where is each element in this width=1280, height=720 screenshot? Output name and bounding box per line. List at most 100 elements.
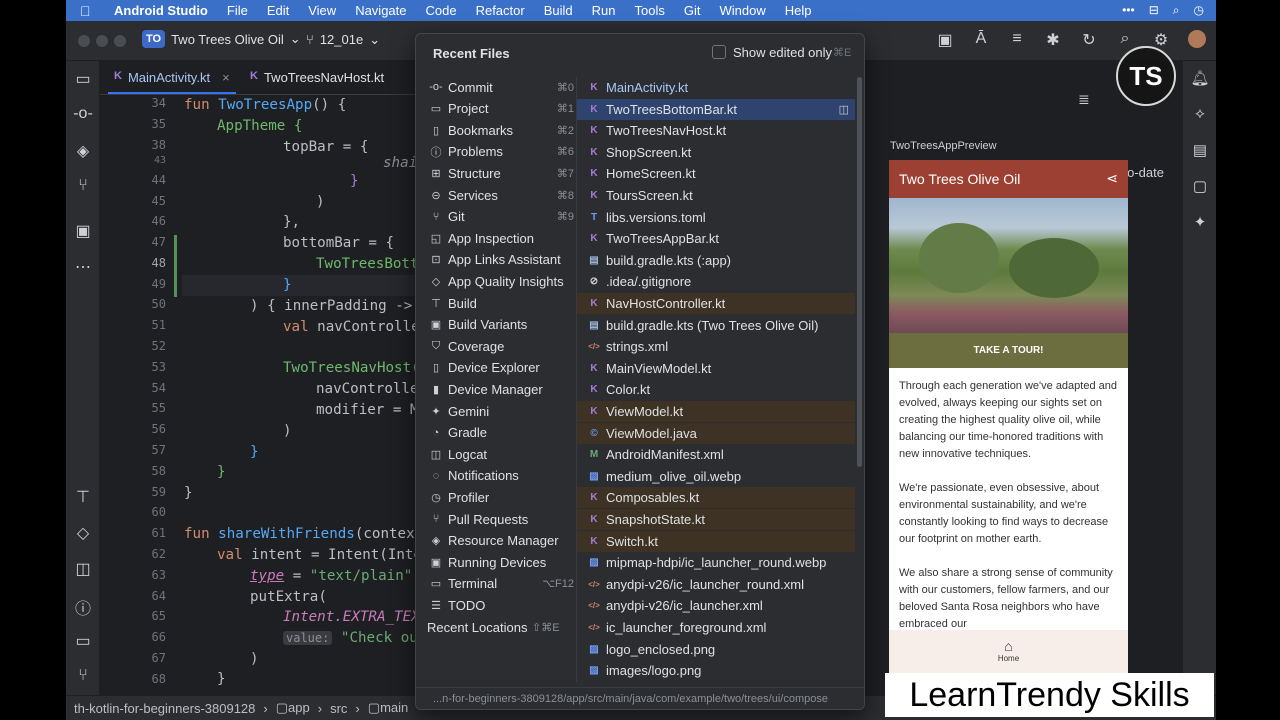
recent-file-item[interactable]: K HomeScreen.kt — [577, 163, 855, 184]
tab-mainactivity[interactable]: K MainActivity.kt × — [114, 70, 230, 85]
breadcrumb-main[interactable]: ▢main — [368, 700, 408, 716]
terminal-icon[interactable]: ▭ — [66, 631, 100, 651]
recent-file-item[interactable]: K MainActivity.kt — [577, 77, 855, 98]
tool-window-item[interactable]: ⊤ Build — [426, 293, 574, 313]
recent-file-item[interactable]: K Switch.kt — [577, 530, 855, 552]
open-in-split-icon[interactable]: ◫ — [839, 103, 849, 116]
clock-icon[interactable]: ◷ — [1194, 3, 1204, 18]
menu-app-name[interactable]: Android Studio — [114, 3, 208, 18]
recent-file-item[interactable]: </> strings.xml — [577, 336, 855, 357]
project-folder-icon[interactable]: ▭ — [66, 69, 100, 89]
recent-file-item[interactable]: ▤ build.gradle.kts (Two Trees Olive Oil) — [577, 315, 855, 336]
recent-file-item[interactable]: K TwoTreesAppBar.kt — [577, 228, 855, 249]
notifications-bell-icon[interactable]: 🔔︎ — [1183, 69, 1216, 87]
show-edited-only-label[interactable]: Show edited only — [733, 45, 832, 60]
tool-window-item[interactable]: ⊡ App Links Assistant — [426, 250, 574, 270]
translate-icon[interactable]: Ā — [970, 30, 992, 53]
recent-file-item[interactable]: K TwoTreesNavHost.kt — [577, 120, 855, 141]
recent-locations-link[interactable]: Recent Locations — [427, 620, 527, 635]
project-widget[interactable]: TO Two Trees Olive Oil ⌄ — [142, 30, 301, 48]
sync-icon[interactable]: ↻ — [1078, 30, 1100, 53]
tool-window-item[interactable]: ▣ Running Devices — [426, 552, 574, 572]
menu-code[interactable]: Code — [426, 3, 457, 18]
tool-window-item[interactable]: -o- Commit ⌘0 — [426, 77, 574, 97]
recent-file-item[interactable]: ⊘ .idea/.gitignore — [577, 271, 855, 292]
recent-file-item[interactable]: ▨ medium_olive_oil.webp — [577, 466, 855, 487]
tool-window-item[interactable]: ▭ Project ⌘1 — [426, 99, 574, 119]
quality-insights-icon[interactable]: ◇ — [66, 523, 100, 543]
recent-file-item[interactable]: K SnapshotState.kt — [577, 509, 855, 530]
minimize-window-icon[interactable] — [96, 35, 108, 47]
gemini-sparkle-icon[interactable]: ✦ — [1183, 213, 1216, 231]
menu-refactor[interactable]: Refactor — [476, 3, 525, 18]
tool-window-item[interactable]: ◫ Logcat — [426, 444, 574, 464]
menu-file[interactable]: File — [227, 3, 248, 18]
close-window-icon[interactable] — [78, 35, 90, 47]
tool-window-item[interactable]: ◌ Notifications — [426, 466, 574, 486]
running-devices-icon[interactable]: ▢ — [1183, 177, 1216, 195]
close-tab-icon[interactable]: × — [222, 70, 230, 85]
menu-run[interactable]: Run — [592, 3, 616, 18]
compose-preview-device[interactable]: Two Trees Olive Oil ⋖ TAKE A TOUR! Throu… — [889, 160, 1128, 680]
recent-file-item[interactable]: K ToursScreen.kt — [577, 185, 855, 206]
more-icon[interactable]: ••• — [1122, 3, 1135, 18]
tool-window-item[interactable]: ⛉ Coverage — [426, 336, 574, 356]
recent-file-item[interactable]: K ShopScreen.kt — [577, 142, 855, 163]
menu-edit[interactable]: Edit — [267, 3, 289, 18]
tool-window-item[interactable]: ⑂ Pull Requests — [426, 509, 574, 529]
tool-window-item[interactable]: ▣ Build Variants — [426, 315, 574, 335]
tool-window-item[interactable]: ◈ Resource Manager — [426, 531, 574, 551]
tool-window-item[interactable]: ⊞ Structure ⌘7 — [426, 163, 574, 183]
breadcrumb-project[interactable]: th-kotlin-for-beginners-3809128 — [74, 701, 255, 716]
recent-file-item[interactable]: ▨ images/logo.png — [577, 660, 855, 681]
tool-window-item[interactable]: ◔ Gradle — [426, 423, 574, 443]
zoom-window-icon[interactable] — [114, 35, 126, 47]
search-icon[interactable]: ⌕ — [1173, 3, 1180, 18]
menu-build[interactable]: Build — [544, 3, 573, 18]
recent-file-item[interactable]: ▨ mipmap-hdpi/ic_launcher_round.webp — [577, 552, 855, 573]
vcs-branch-widget[interactable]: ⑂ 12_01e ⌄ — [306, 32, 380, 48]
recent-file-item[interactable]: K NavHostController.kt — [577, 293, 855, 314]
share-icon[interactable]: ⋖ — [1106, 170, 1118, 187]
tool-window-item[interactable]: ▭ Terminal ⌥F12 — [426, 574, 574, 594]
logcat-cat-icon[interactable]: ◫ — [66, 559, 100, 579]
recent-file-item[interactable]: ▤ build.gradle.kts (:app) — [577, 250, 855, 271]
debug-icon[interactable]: ✱ — [1042, 30, 1064, 53]
take-a-tour-button[interactable]: TAKE A TOUR! — [889, 333, 1128, 368]
problems-icon[interactable]: ⓘ — [66, 595, 100, 619]
device-explorer-icon[interactable]: ▤ — [1183, 141, 1216, 159]
menu-view[interactable]: View — [308, 3, 336, 18]
tool-window-item[interactable]: ⑂ Git ⌘9 — [426, 207, 574, 227]
code-view-icon[interactable]: ≣ — [1078, 91, 1090, 108]
tool-window-item[interactable]: ⓘ Problems ⌘6 — [426, 142, 575, 162]
menu-navigate[interactable]: Navigate — [355, 3, 406, 18]
recent-file-item[interactable]: K MainViewModel.kt — [577, 358, 855, 379]
home-icon[interactable]: ⌂ — [889, 638, 1128, 654]
git-icon[interactable]: ⑂ — [66, 667, 100, 685]
menu-tools[interactable]: Tools — [635, 3, 665, 18]
resource-manager-icon[interactable]: ◈ — [66, 141, 100, 161]
tool-window-item[interactable]: ▯ Bookmarks ⌘2 — [426, 120, 574, 140]
user-avatar[interactable] — [1186, 30, 1208, 53]
recent-file-item[interactable]: K Composables.kt — [577, 487, 855, 509]
show-edited-only-checkbox[interactable] — [712, 45, 726, 59]
breadcrumb-src[interactable]: src — [330, 701, 347, 716]
recent-file-item[interactable]: K ViewModel.kt — [577, 401, 855, 422]
apple-icon[interactable]:  — [80, 3, 98, 19]
tool-window-item[interactable]: ▯ Device Explorer — [426, 358, 574, 378]
more-tools-icon[interactable]: ⋯ — [66, 257, 100, 277]
gradle-icon[interactable]: ⟡ — [1183, 105, 1216, 122]
tool-window-item[interactable]: ◷ Profiler — [426, 487, 574, 507]
breadcrumb-module[interactable]: ▢app — [276, 700, 310, 716]
tab-twotreesnavhost[interactable]: K TwoTreesNavHost.kt — [250, 70, 384, 85]
recent-file-item[interactable]: K TwoTreesBottomBar.kt ◫ — [577, 98, 855, 120]
tool-window-item[interactable]: ✦ Gemini — [426, 401, 574, 421]
structure-icon[interactable]: ▣ — [66, 221, 100, 241]
tool-window-item[interactable]: ◱ App Inspection — [426, 228, 574, 248]
logcat-icon[interactable]: ≡ — [1006, 30, 1028, 53]
tool-window-item[interactable]: ⊝ Services ⌘8 — [426, 185, 574, 205]
recent-file-item[interactable]: M AndroidManifest.xml — [577, 444, 855, 465]
pull-requests-icon[interactable]: ⑂ — [66, 177, 100, 195]
commit-icon[interactable]: -o- — [66, 105, 100, 123]
menu-help[interactable]: Help — [785, 3, 812, 18]
